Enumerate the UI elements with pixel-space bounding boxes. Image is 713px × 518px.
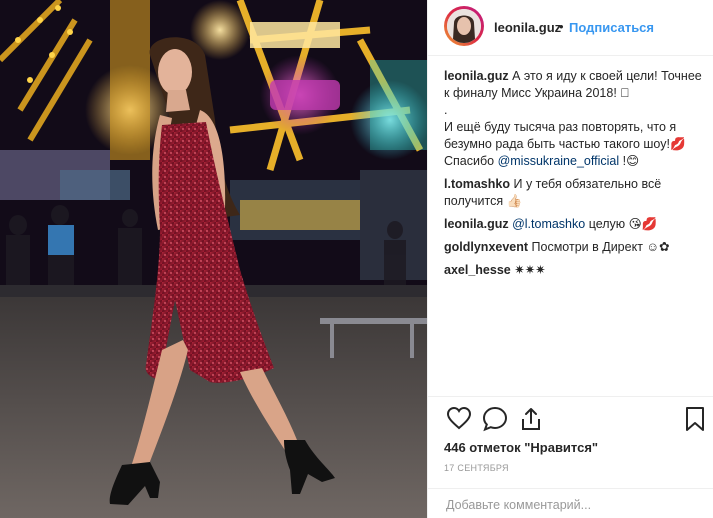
comment-text: Посмотри в Директ ☺✿ — [531, 240, 670, 254]
list-item: axel_hesse ✷✷✷ — [444, 262, 702, 279]
post-header: leonila.guz • Подписаться — [428, 0, 713, 56]
list-item: goldlynxevent Посмотри в Директ ☺✿ — [444, 239, 702, 256]
comment-mention[interactable]: @l.tomashko — [512, 217, 585, 231]
comment-text: целую 😘💋 — [585, 217, 658, 231]
comment-username[interactable]: goldlynxevent — [444, 240, 528, 254]
comment-box — [428, 488, 713, 518]
post-sidebar: leonila.guz • Подписаться leonila.guz А … — [427, 0, 713, 518]
avatar[interactable] — [444, 6, 484, 46]
action-bar — [440, 406, 704, 436]
comment-mention[interactable]: @missukraine_official — [498, 154, 620, 168]
comment-icon[interactable] — [482, 406, 508, 432]
avatar-photo — [447, 9, 481, 43]
share-icon[interactable] — [518, 406, 544, 432]
heart-icon[interactable] — [446, 406, 472, 432]
post-photo[interactable] — [0, 0, 427, 518]
comment-text: . — [444, 103, 448, 117]
likes-count[interactable]: 446 отметок "Нравится" — [444, 440, 598, 455]
comment-input[interactable] — [444, 495, 702, 515]
comment-username[interactable]: l.tomashko — [444, 177, 510, 191]
caption: leonila.guz А это я иду к своей цели! То… — [444, 68, 702, 170]
divider — [428, 396, 713, 397]
list-item: l.tomashko И у тебя обязательно всё полу… — [444, 176, 702, 210]
post-username[interactable]: leonila.guz — [494, 20, 561, 35]
comment-text: ✷✷✷ — [514, 263, 546, 277]
post-date[interactable]: 17 СЕНТЯБРЯ — [444, 463, 509, 473]
bookmark-icon[interactable] — [682, 406, 708, 432]
comment-username[interactable]: axel_hesse — [444, 263, 511, 277]
comment-username[interactable]: leonila.guz — [444, 217, 509, 231]
comment-list: leonila.guz А это я иду к своей цели! То… — [444, 68, 702, 285]
comment-text: !😊 — [619, 154, 640, 168]
list-item: leonila.guz @l.tomashko целую 😘💋 — [444, 216, 702, 233]
separator-dot: • — [559, 19, 564, 34]
follow-button[interactable]: Подписаться — [569, 20, 654, 35]
photo-scene — [0, 0, 427, 518]
comment-username[interactable]: leonila.guz — [444, 69, 509, 83]
